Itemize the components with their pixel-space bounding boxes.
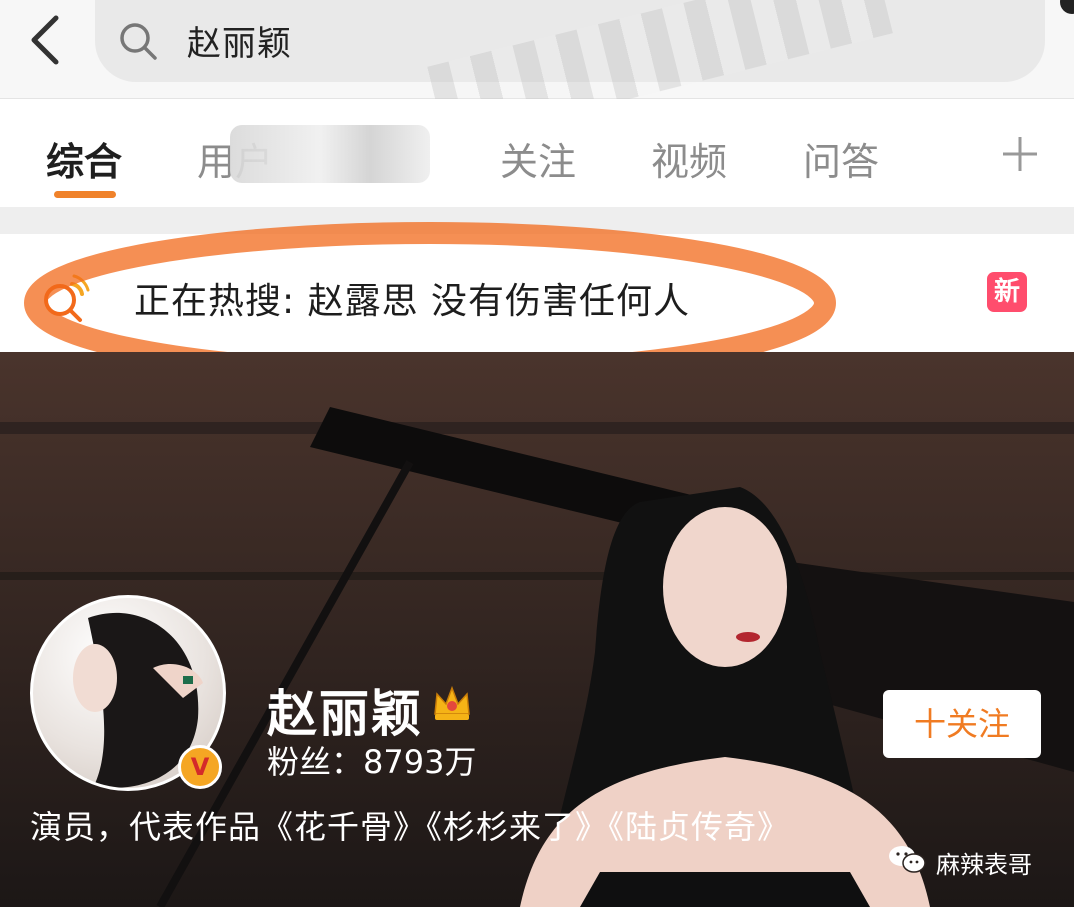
crown-icon: [434, 685, 470, 720]
tab-bar: 综合 用户 关注 视频 问答: [0, 99, 1074, 207]
tab-qa[interactable]: 问答: [803, 131, 879, 186]
wechat-icon: [889, 846, 926, 873]
tab-videos[interactable]: 视频: [651, 131, 727, 186]
follow-button[interactable]: 十关注: [883, 690, 1041, 758]
back-arrow-icon[interactable]: [24, 12, 68, 68]
fans-count: 粉丝：8793万: [267, 743, 477, 781]
mosaic-blur-patch: [230, 125, 430, 183]
new-badge: 新: [987, 272, 1027, 312]
status-dot: [1060, 0, 1074, 14]
verified-badge: V: [178, 745, 222, 789]
tab-comprehensive[interactable]: 综合: [46, 131, 122, 186]
active-tab-indicator: [54, 191, 116, 198]
add-tab-icon[interactable]: [1000, 134, 1040, 174]
profile-name: 赵丽颖: [267, 685, 423, 743]
search-icon: [120, 23, 157, 60]
tab-following[interactable]: 关注: [500, 131, 576, 186]
watermark-text: 麻辣表哥: [936, 851, 1032, 879]
profile-header: V 赵丽颖 粉丝：8793万 演员，代表作品《花千骨》《杉杉来了》《陆贞传奇》 …: [0, 352, 1074, 907]
profile-bio: 演员，代表作品《花千骨》《杉杉来了》《陆贞传奇》: [30, 808, 791, 846]
search-query: 赵丽颖: [187, 24, 292, 64]
